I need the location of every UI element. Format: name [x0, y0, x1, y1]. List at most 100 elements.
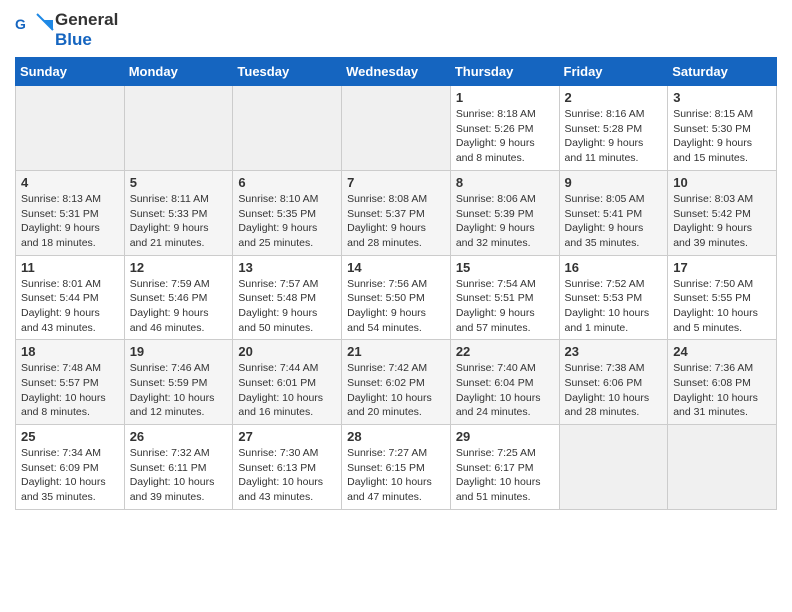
- weekday-header: Saturday: [668, 58, 777, 86]
- day-info: Sunrise: 8:03 AM Sunset: 5:42 PM Dayligh…: [673, 192, 771, 251]
- day-info: Sunrise: 8:18 AM Sunset: 5:26 PM Dayligh…: [456, 107, 554, 166]
- calendar-day-cell: 23Sunrise: 7:38 AM Sunset: 6:06 PM Dayli…: [559, 340, 668, 425]
- day-info: Sunrise: 8:11 AM Sunset: 5:33 PM Dayligh…: [130, 192, 228, 251]
- day-number: 9: [565, 175, 663, 190]
- day-number: 17: [673, 260, 771, 275]
- calendar-day-cell: 12 Sunrise: 7:59 AM Sunset: 5:46 PM Dayli…: [124, 255, 233, 340]
- day-number: 4: [21, 175, 119, 190]
- day-number: 20: [238, 344, 336, 359]
- calendar-day-cell: [233, 86, 342, 171]
- day-number: 12: [130, 260, 228, 275]
- day-number: 1: [456, 90, 554, 105]
- day-info: Sunrise: 7:59 AM Sunset: 5:46 PM Dayligh…: [130, 277, 228, 336]
- day-info: Sunrise: 8:10 AM Sunset: 5:35 PM Dayligh…: [238, 192, 336, 251]
- day-info: Sunrise: 7:25 AM Sunset: 6:17 PM Dayligh…: [456, 446, 554, 505]
- calendar-day-cell: 24 Sunrise: 7:36 AM Sunset: 6:08 PM Dayli…: [668, 340, 777, 425]
- day-info: Sunrise: 7:36 AM Sunset: 6:08 PM Dayligh…: [673, 361, 771, 420]
- calendar-day-cell: 2Sunrise: 8:16 AM Sunset: 5:28 PM Daylig…: [559, 86, 668, 171]
- calendar-day-cell: 8 Sunrise: 8:06 AM Sunset: 5:39 PM Daylig…: [450, 170, 559, 255]
- day-number: 16: [565, 260, 663, 275]
- day-info: Sunrise: 7:52 AM Sunset: 5:53 PM Dayligh…: [565, 277, 663, 336]
- calendar-day-cell: [668, 425, 777, 510]
- calendar-day-cell: 27 Sunrise: 7:30 AM Sunset: 6:13 PM Dayli…: [233, 425, 342, 510]
- calendar-body: 1 Sunrise: 8:18 AM Sunset: 5:26 PM Daylig…: [16, 86, 777, 510]
- calendar-day-cell: 13 Sunrise: 7:57 AM Sunset: 5:48 PM Dayli…: [233, 255, 342, 340]
- weekday-row: SundayMondayTuesdayWednesdayThursdayFrid…: [16, 58, 777, 86]
- calendar-week-row: 1 Sunrise: 8:18 AM Sunset: 5:26 PM Daylig…: [16, 86, 777, 171]
- calendar-day-cell: 19 Sunrise: 7:46 AM Sunset: 5:59 PM Dayli…: [124, 340, 233, 425]
- calendar-day-cell: 7 Sunrise: 8:08 AM Sunset: 5:37 PM Daylig…: [342, 170, 451, 255]
- logo-blue-text: Blue: [55, 30, 118, 50]
- day-info: Sunrise: 7:30 AM Sunset: 6:13 PM Dayligh…: [238, 446, 336, 505]
- day-info: Sunrise: 7:42 AM Sunset: 6:02 PM Dayligh…: [347, 361, 445, 420]
- calendar-day-cell: 21 Sunrise: 7:42 AM Sunset: 6:02 PM Dayli…: [342, 340, 451, 425]
- calendar-day-cell: 17 Sunrise: 7:50 AM Sunset: 5:55 PM Dayli…: [668, 255, 777, 340]
- day-info: Sunrise: 7:44 AM Sunset: 6:01 PM Dayligh…: [238, 361, 336, 420]
- day-info: Sunrise: 7:48 AM Sunset: 5:57 PM Dayligh…: [21, 361, 119, 420]
- day-info: Sunrise: 7:50 AM Sunset: 5:55 PM Dayligh…: [673, 277, 771, 336]
- calendar-day-cell: 3 Sunrise: 8:15 AM Sunset: 5:30 PM Daylig…: [668, 86, 777, 171]
- day-number: 14: [347, 260, 445, 275]
- day-info: Sunrise: 7:27 AM Sunset: 6:15 PM Dayligh…: [347, 446, 445, 505]
- day-number: 7: [347, 175, 445, 190]
- calendar-day-cell: 11Sunrise: 8:01 AM Sunset: 5:44 PM Dayli…: [16, 255, 125, 340]
- day-info: Sunrise: 8:16 AM Sunset: 5:28 PM Dayligh…: [565, 107, 663, 166]
- calendar-day-cell: 18 Sunrise: 7:48 AM Sunset: 5:57 PM Dayli…: [16, 340, 125, 425]
- day-info: Sunrise: 8:13 AM Sunset: 5:31 PM Dayligh…: [21, 192, 119, 251]
- calendar-header: SundayMondayTuesdayWednesdayThursdayFrid…: [16, 58, 777, 86]
- day-info: Sunrise: 8:05 AM Sunset: 5:41 PM Dayligh…: [565, 192, 663, 251]
- day-info: Sunrise: 7:40 AM Sunset: 6:04 PM Dayligh…: [456, 361, 554, 420]
- calendar-day-cell: [559, 425, 668, 510]
- calendar-day-cell: 20 Sunrise: 7:44 AM Sunset: 6:01 PM Dayli…: [233, 340, 342, 425]
- day-info: Sunrise: 7:32 AM Sunset: 6:11 PM Dayligh…: [130, 446, 228, 505]
- calendar-day-cell: 25 Sunrise: 7:34 AM Sunset: 6:09 PM Dayli…: [16, 425, 125, 510]
- day-info: Sunrise: 8:15 AM Sunset: 5:30 PM Dayligh…: [673, 107, 771, 166]
- day-info: Sunrise: 7:57 AM Sunset: 5:48 PM Dayligh…: [238, 277, 336, 336]
- day-info: Sunrise: 8:01 AM Sunset: 5:44 PM Dayligh…: [21, 277, 119, 336]
- calendar-day-cell: 9 Sunrise: 8:05 AM Sunset: 5:41 PM Daylig…: [559, 170, 668, 255]
- day-number: 22: [456, 344, 554, 359]
- day-info: Sunrise: 7:56 AM Sunset: 5:50 PM Dayligh…: [347, 277, 445, 336]
- calendar-day-cell: 28 Sunrise: 7:27 AM Sunset: 6:15 PM Dayli…: [342, 425, 451, 510]
- day-info: Sunrise: 7:46 AM Sunset: 5:59 PM Dayligh…: [130, 361, 228, 420]
- logo: G General Blue: [15, 10, 118, 49]
- day-number: 13: [238, 260, 336, 275]
- calendar-day-cell: 14 Sunrise: 7:56 AM Sunset: 5:50 PM Dayli…: [342, 255, 451, 340]
- day-info: Sunrise: 8:08 AM Sunset: 5:37 PM Dayligh…: [347, 192, 445, 251]
- day-info: Sunrise: 7:54 AM Sunset: 5:51 PM Dayligh…: [456, 277, 554, 336]
- day-number: 29: [456, 429, 554, 444]
- weekday-header: Sunday: [16, 58, 125, 86]
- calendar-container: G General Blue SundayMondayTuesdayWednes…: [0, 0, 792, 520]
- day-number: 3: [673, 90, 771, 105]
- calendar-week-row: 11Sunrise: 8:01 AM Sunset: 5:44 PM Dayli…: [16, 255, 777, 340]
- calendar-day-cell: 4 Sunrise: 8:13 AM Sunset: 5:31 PM Daylig…: [16, 170, 125, 255]
- weekday-header: Tuesday: [233, 58, 342, 86]
- day-number: 23: [565, 344, 663, 359]
- calendar-day-cell: 29 Sunrise: 7:25 AM Sunset: 6:17 PM Dayli…: [450, 425, 559, 510]
- day-info: Sunrise: 8:06 AM Sunset: 5:39 PM Dayligh…: [456, 192, 554, 251]
- weekday-header: Monday: [124, 58, 233, 86]
- day-number: 5: [130, 175, 228, 190]
- calendar-day-cell: 10Sunrise: 8:03 AM Sunset: 5:42 PM Dayli…: [668, 170, 777, 255]
- day-number: 28: [347, 429, 445, 444]
- calendar-day-cell: 26Sunrise: 7:32 AM Sunset: 6:11 PM Dayli…: [124, 425, 233, 510]
- calendar-day-cell: 1 Sunrise: 8:18 AM Sunset: 5:26 PM Daylig…: [450, 86, 559, 171]
- day-number: 8: [456, 175, 554, 190]
- weekday-header: Wednesday: [342, 58, 451, 86]
- header: G General Blue: [15, 10, 777, 49]
- calendar-day-cell: [124, 86, 233, 171]
- logo-general-text: General: [55, 10, 118, 30]
- day-number: 24: [673, 344, 771, 359]
- day-number: 15: [456, 260, 554, 275]
- calendar-week-row: 4 Sunrise: 8:13 AM Sunset: 5:31 PM Daylig…: [16, 170, 777, 255]
- day-info: Sunrise: 7:34 AM Sunset: 6:09 PM Dayligh…: [21, 446, 119, 505]
- calendar-week-row: 18 Sunrise: 7:48 AM Sunset: 5:57 PM Dayli…: [16, 340, 777, 425]
- calendar-day-cell: [342, 86, 451, 171]
- day-number: 6: [238, 175, 336, 190]
- day-number: 25: [21, 429, 119, 444]
- day-number: 19: [130, 344, 228, 359]
- day-number: 18: [21, 344, 119, 359]
- day-number: 21: [347, 344, 445, 359]
- calendar-day-cell: 22 Sunrise: 7:40 AM Sunset: 6:04 PM Dayli…: [450, 340, 559, 425]
- day-number: 27: [238, 429, 336, 444]
